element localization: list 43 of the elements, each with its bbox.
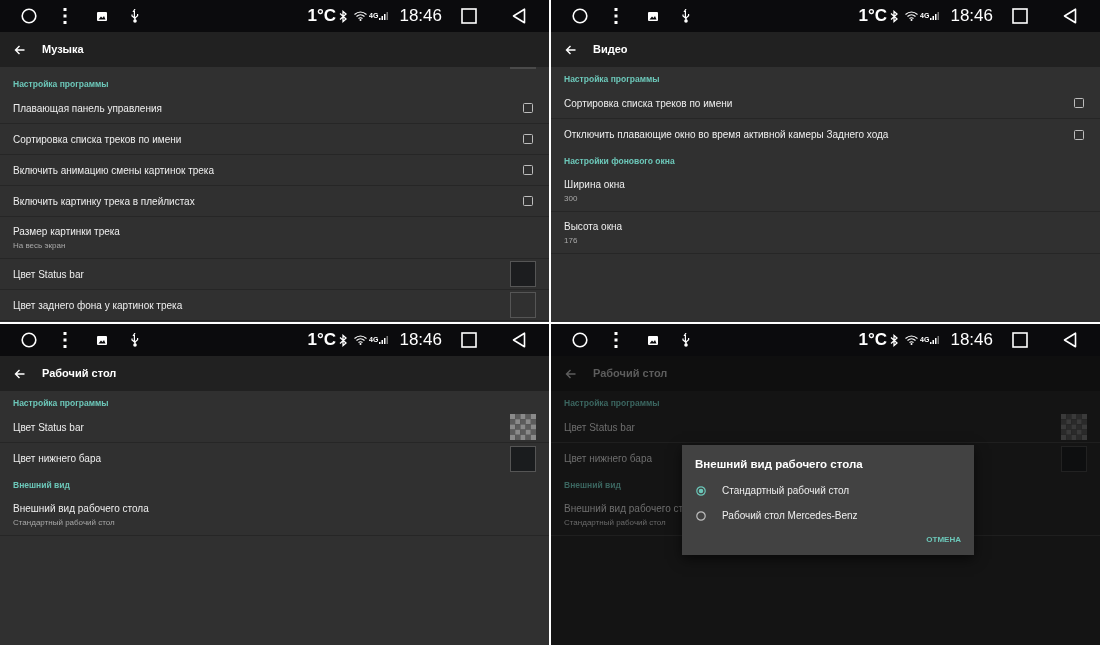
setting-title: Отключить плавающие окно во время активной камеры Заднего хода — [564, 128, 889, 142]
setting-title: Высота окна — [564, 219, 623, 234]
setting-summary: Стандартный рабочий стол — [13, 516, 115, 529]
setting-title: Внешний вид рабочего ст — [564, 501, 684, 516]
temperature: 1°C — [858, 329, 888, 352]
temperature: 1°C — [858, 5, 888, 28]
clock: 18:46 — [399, 329, 442, 352]
section-header: Настройка программы — [564, 397, 660, 410]
setting-title: Внешний вид рабочего стола — [13, 501, 149, 516]
setting-title: Цвет Status bar — [564, 420, 635, 435]
setting-title: Сортировка списка треков по имени — [13, 132, 182, 147]
setting-title: Плавающая панель управления — [13, 101, 162, 116]
section-header: Внешний вид — [13, 479, 70, 492]
temperature: 1°C — [307, 329, 337, 352]
section-header: Внешний вид — [564, 479, 621, 492]
setting-title: Включить анимацию смены картинок трека — [13, 163, 215, 178]
screen-title: Музыка — [42, 42, 84, 58]
setting-summary: 176 — [564, 234, 578, 247]
setting-title: Ширина окна — [564, 177, 625, 192]
clock: 18:46 — [950, 5, 993, 28]
setting-title: Включить картинку трека в плейлистах — [13, 194, 195, 209]
setting-summary: На весь экран — [13, 239, 66, 252]
setting-title: Размер картинки трека — [13, 224, 120, 239]
section-header: Настройки фонового окна — [564, 155, 675, 168]
screen-title: Видео — [593, 42, 628, 58]
section-header: Настройка программы — [13, 78, 109, 91]
setting-title: Цвет нижнего бара — [564, 452, 653, 466]
option-label: Рабочий стол Mercedes-Benz — [722, 509, 858, 524]
clock: 18:46 — [399, 5, 442, 28]
setting-title: Сортировка списка треков по имени — [564, 96, 733, 111]
setting-title: Цвет нижнего бара — [13, 452, 102, 466]
clock: 18:46 — [950, 329, 993, 352]
screen-title: Рабочий стол — [593, 366, 668, 382]
setting-summary: Стандартный рабочий стол — [564, 516, 666, 529]
section-header: Настройка программы — [13, 397, 109, 410]
setting-title: Цвет Status bar — [13, 267, 84, 282]
setting-title: Цвет Status bar — [13, 420, 84, 435]
setting-title: Цвет заднего фона у картинок трека — [13, 298, 183, 313]
dialog-title: Внешний вид рабочего стола — [694, 457, 864, 472]
section-header: Настройка программы — [564, 73, 660, 86]
screen-title: Рабочий стол — [42, 366, 117, 382]
setting-summary: 300 — [564, 192, 578, 205]
temperature: 1°C — [307, 5, 337, 28]
